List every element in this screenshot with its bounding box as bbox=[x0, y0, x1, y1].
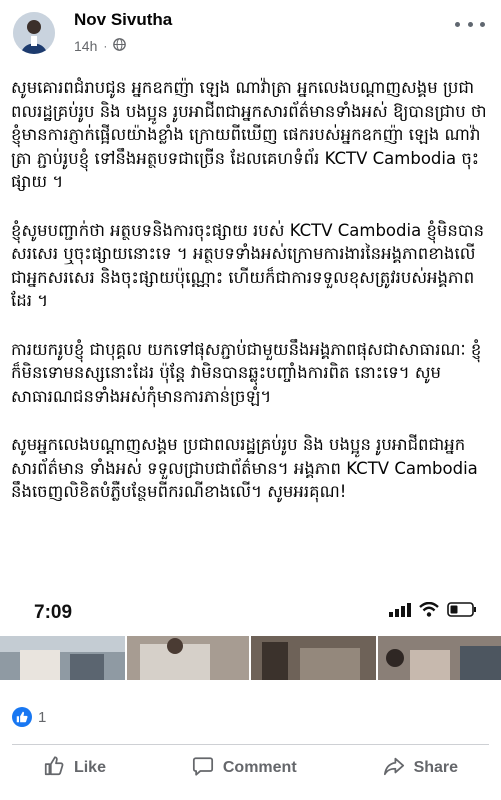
status-time: 7:09 bbox=[34, 602, 73, 623]
post-meta: 14h · bbox=[74, 38, 127, 54]
avatar[interactable] bbox=[13, 12, 55, 54]
share-label: Share bbox=[413, 759, 459, 776]
post-paragraph: សូមអ្នកលេងបណ្តាញសង្គម ប្រជាពលរដ្ឋគ្រប់រូ… bbox=[11, 435, 478, 501]
comment-label: Comment bbox=[222, 759, 297, 776]
share-button[interactable]: Share bbox=[383, 755, 458, 782]
post-time[interactable]: 14h bbox=[74, 38, 97, 54]
author-name[interactable]: Nov Sivutha bbox=[74, 10, 172, 30]
wifi-icon bbox=[419, 601, 439, 621]
attachment-photo-strip bbox=[0, 636, 501, 680]
more-options-icon[interactable] bbox=[455, 14, 485, 34]
post-paragraph: ខ្ញុំសូមបញ្ជាក់ថា អត្ថបទនិងការចុះផ្សាយ រ… bbox=[11, 220, 485, 311]
like-reaction-icon bbox=[12, 707, 32, 727]
battery-icon bbox=[447, 602, 477, 621]
post-header: Nov Sivutha 14h · bbox=[0, 0, 501, 66]
reaction-summary[interactable]: 1 bbox=[12, 706, 46, 728]
attached-screenshot[interactable]: 7:09 bbox=[0, 596, 501, 686]
post-paragraph: ការយករូបខ្ញុំ ជាបុគ្គល យកទៅផុសភ្ជាប់ជាមួ… bbox=[11, 339, 482, 406]
post-actions: Like Comment Share bbox=[0, 748, 501, 788]
post-text: សូមគោរពជំរាបជូន អ្នកឧកញ៉ា ឡេង ណាវ៉ាត្រា … bbox=[11, 76, 491, 529]
globe-icon bbox=[113, 38, 127, 54]
signal-icon bbox=[389, 602, 411, 621]
thumbs-up-icon bbox=[43, 755, 65, 782]
meta-separator: · bbox=[103, 39, 108, 53]
phone-status-bar: 7:09 bbox=[0, 596, 501, 636]
comment-icon bbox=[192, 755, 214, 782]
like-label: Like bbox=[73, 759, 106, 776]
comment-button[interactable]: Comment bbox=[192, 755, 297, 782]
divider bbox=[12, 744, 489, 745]
post-paragraph: សូមគោរពជំរាបជូន អ្នកឧកញ៉ា ឡេង ណាវ៉ាត្រា … bbox=[11, 78, 487, 191]
reaction-count[interactable]: 1 bbox=[38, 709, 46, 726]
share-icon bbox=[383, 755, 405, 782]
like-button[interactable]: Like bbox=[43, 755, 106, 782]
